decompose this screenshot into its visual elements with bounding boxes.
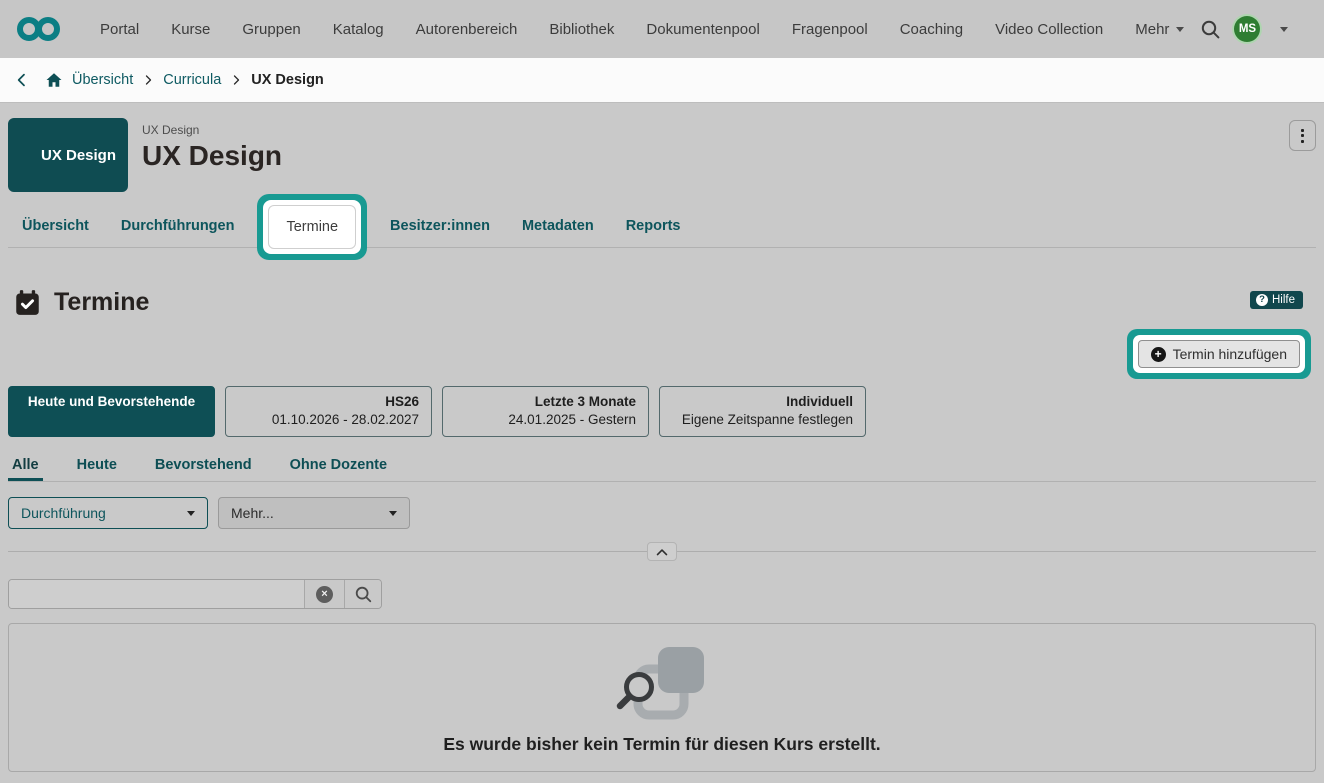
date-filter-range: 01.10.2026 - 28.02.2027 bbox=[272, 412, 419, 427]
course-thumbnail: UX Design bbox=[8, 118, 128, 192]
tab-reports[interactable]: Reports bbox=[610, 218, 697, 234]
tab-besitzerinnen[interactable]: Besitzer:innen bbox=[374, 218, 506, 234]
course-meta: UX Design UX Design bbox=[142, 118, 282, 192]
tutorial-highlight-inner: Termine bbox=[263, 200, 361, 254]
nav-item-mehr-label: Mehr bbox=[1135, 21, 1169, 38]
tab-uebersicht[interactable]: Übersicht bbox=[8, 218, 105, 234]
help-badge-label: Hilfe bbox=[1272, 294, 1295, 306]
nav-item-dokumentenpool[interactable]: Dokumentenpool bbox=[630, 21, 775, 38]
page-title: UX Design bbox=[142, 140, 282, 172]
tutorial-highlight-inner: + Termin hinzufügen bbox=[1133, 335, 1305, 373]
date-filter-title: Letzte 3 Monate bbox=[535, 394, 636, 409]
calendar-check-icon bbox=[14, 289, 41, 316]
main-content: UX Design UX Design UX Design Übersicht … bbox=[0, 118, 1324, 772]
main-menu: Portal Kurse Gruppen Katalog Autorenbere… bbox=[84, 21, 1200, 38]
nav-right-controls: MS bbox=[1200, 16, 1288, 42]
list-tabs: Alle Heute Bevorstehend Ohne Dozente bbox=[8, 456, 1316, 482]
search-submit-button[interactable] bbox=[344, 580, 381, 608]
chevron-up-icon bbox=[655, 547, 669, 557]
search-icon bbox=[354, 585, 373, 604]
date-filter-hs26[interactable]: HS26 01.10.2026 - 28.02.2027 bbox=[225, 386, 432, 437]
kebab-menu-button[interactable] bbox=[1289, 120, 1316, 151]
course-header: UX Design UX Design UX Design bbox=[8, 118, 1316, 192]
empty-state-panel: Es wurde bisher kein Termin für diesen K… bbox=[8, 623, 1316, 772]
mehr-dropdown[interactable]: Mehr... bbox=[218, 497, 410, 529]
section-title: Termine bbox=[54, 288, 149, 317]
durchfuehrung-dropdown[interactable]: Durchführung bbox=[8, 497, 208, 529]
breadcrumb-link-uebersicht[interactable]: Übersicht bbox=[72, 72, 133, 88]
search-input[interactable] bbox=[9, 580, 304, 608]
date-filter-individuell[interactable]: Individuell Eigene Zeitspanne festlegen bbox=[659, 386, 866, 437]
chevron-down-icon bbox=[187, 511, 195, 516]
clear-search-button[interactable]: × bbox=[304, 580, 344, 608]
nav-item-fragenpool[interactable]: Fragenpool bbox=[776, 21, 884, 38]
chevron-down-icon[interactable] bbox=[1280, 27, 1288, 32]
nav-item-kurse[interactable]: Kurse bbox=[155, 21, 226, 38]
plus-icon: + bbox=[1151, 347, 1166, 362]
breadcrumb-separator-icon bbox=[142, 74, 154, 86]
breadcrumb-separator-icon bbox=[230, 74, 242, 86]
date-filter-title: HS26 bbox=[385, 394, 419, 409]
search-icon[interactable] bbox=[1200, 19, 1221, 40]
date-filter-heute-und-bevorstehende[interactable]: Heute und Bevorstehende bbox=[8, 386, 215, 437]
avatar[interactable]: MS bbox=[1234, 16, 1260, 42]
date-filter-range: Eigene Zeitspanne festlegen bbox=[682, 412, 853, 427]
nav-item-video-collection[interactable]: Video Collection bbox=[979, 21, 1119, 38]
add-button-row: + Termin hinzufügen bbox=[8, 329, 1316, 379]
nav-item-mehr[interactable]: Mehr bbox=[1119, 21, 1200, 38]
collapse-filters-button[interactable] bbox=[647, 542, 677, 561]
add-termin-button[interactable]: + Termin hinzufügen bbox=[1138, 340, 1300, 368]
date-filter-row: Heute und Bevorstehende HS26 01.10.2026 … bbox=[8, 386, 1316, 437]
breadcrumb-link-curricula[interactable]: Curricula bbox=[163, 72, 221, 88]
list-tab-ohne-dozente[interactable]: Ohne Dozente bbox=[286, 457, 391, 481]
date-filter-title: Heute und Bevorstehende bbox=[28, 394, 195, 409]
logo-infinity-icon[interactable] bbox=[16, 14, 62, 44]
mehr-dropdown-label: Mehr... bbox=[231, 505, 274, 521]
filter-dropdown-row: Durchführung Mehr... bbox=[8, 497, 1316, 529]
tab-durchfuehrungen[interactable]: Durchführungen bbox=[105, 218, 251, 234]
nav-item-bibliothek[interactable]: Bibliothek bbox=[533, 21, 630, 38]
durchfuehrung-dropdown-label: Durchführung bbox=[21, 505, 106, 521]
tutorial-highlight-termine-tab: Termine bbox=[257, 194, 367, 260]
nav-item-portal[interactable]: Portal bbox=[84, 21, 155, 38]
course-tabs: Übersicht Durchführungen Termine Besitze… bbox=[8, 204, 1316, 248]
tab-metadaten[interactable]: Metadaten bbox=[506, 218, 610, 234]
empty-search-illustration-icon bbox=[610, 645, 714, 728]
kebab-menu-icon bbox=[1301, 129, 1304, 143]
date-filter-letzte-3-monate[interactable]: Letzte 3 Monate 24.01.2025 - Gestern bbox=[442, 386, 649, 437]
course-subtitle: UX Design bbox=[142, 123, 282, 137]
add-termin-button-label: Termin hinzufügen bbox=[1173, 346, 1287, 362]
course-thumbnail-label: UX Design bbox=[41, 147, 116, 164]
nav-item-autorenbereich[interactable]: Autorenbereich bbox=[400, 21, 534, 38]
section-header: Termine ? Hilfe bbox=[8, 288, 1316, 317]
list-tab-alle[interactable]: Alle bbox=[8, 457, 43, 481]
nav-item-katalog[interactable]: Katalog bbox=[317, 21, 400, 38]
tab-termine[interactable]: Termine bbox=[268, 205, 356, 249]
question-icon: ? bbox=[1256, 294, 1268, 306]
table-search: × bbox=[8, 579, 382, 609]
tutorial-highlight-add-button: + Termin hinzufügen bbox=[1127, 329, 1311, 379]
home-icon[interactable] bbox=[45, 71, 63, 89]
list-tab-heute[interactable]: Heute bbox=[73, 457, 121, 481]
nav-item-coaching[interactable]: Coaching bbox=[884, 21, 979, 38]
chevron-down-icon bbox=[1176, 27, 1184, 32]
filter-collapse-divider bbox=[8, 542, 1316, 563]
list-tab-bevorstehend[interactable]: Bevorstehend bbox=[151, 457, 256, 481]
back-chevron-icon[interactable] bbox=[14, 72, 30, 88]
chevron-down-icon bbox=[389, 511, 397, 516]
breadcrumb-current: UX Design bbox=[251, 72, 324, 88]
date-filter-range: 24.01.2025 - Gestern bbox=[508, 412, 636, 427]
nav-item-gruppen[interactable]: Gruppen bbox=[226, 21, 316, 38]
top-navigation: Portal Kurse Gruppen Katalog Autorenbere… bbox=[0, 0, 1324, 58]
clear-icon: × bbox=[316, 586, 333, 603]
empty-state-message: Es wurde bisher kein Termin für diesen K… bbox=[443, 734, 880, 755]
breadcrumb: Übersicht Curricula UX Design bbox=[0, 58, 1324, 103]
date-filter-title: Individuell bbox=[786, 394, 853, 409]
help-badge[interactable]: ? Hilfe bbox=[1250, 291, 1303, 309]
